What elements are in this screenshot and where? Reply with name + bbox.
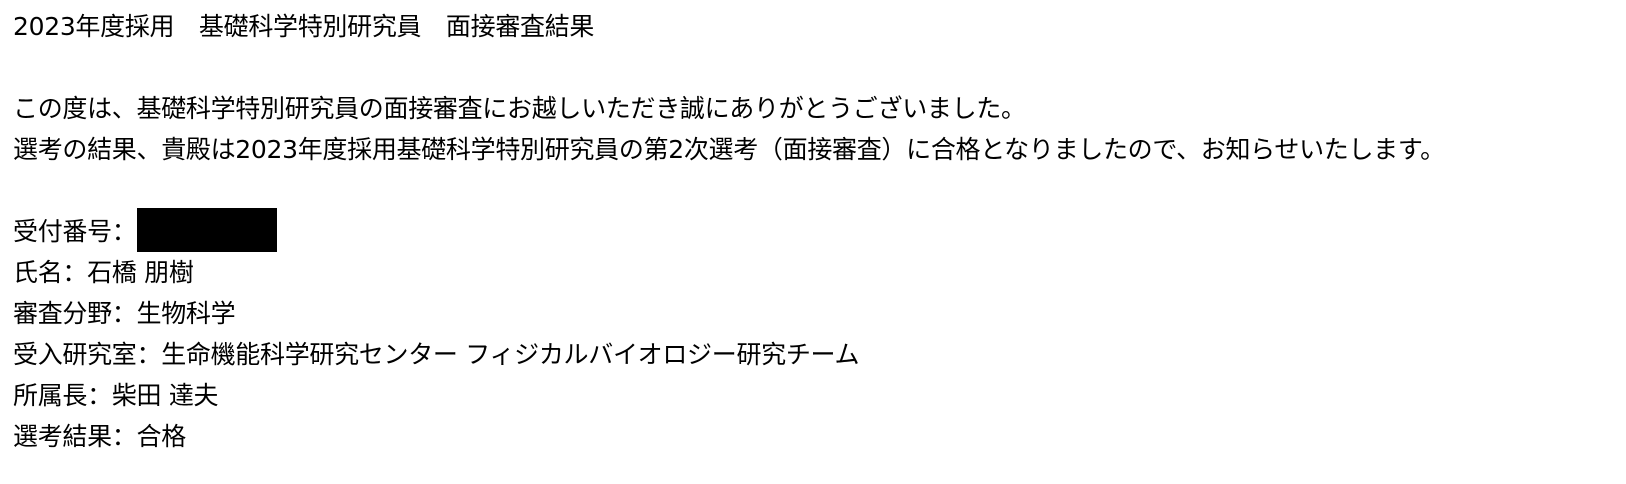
name-row: 氏名：石橋 朋樹 bbox=[13, 252, 1626, 293]
lab-label: 受入研究室： bbox=[13, 340, 162, 369]
field-label: 審査分野： bbox=[13, 299, 137, 328]
supervisor-row: 所属長：柴田 達夫 bbox=[13, 375, 1626, 416]
receipt-number-label: 受付番号： bbox=[13, 217, 137, 246]
name-value: 石橋 朋樹 bbox=[87, 258, 194, 287]
paragraph-line-1: この度は、基礎科学特別研究員の面接審査にお越しいただき誠にありがとうございました… bbox=[13, 94, 1026, 123]
lab-row: 受入研究室：生命機能科学研究センター フィジカルバイオロジー研究チーム bbox=[13, 334, 1626, 375]
supervisor-value: 柴田 達夫 bbox=[111, 381, 219, 410]
receipt-number-row: 受付番号： bbox=[13, 208, 1626, 252]
lab-value: 生命機能科学研究センター フィジカルバイオロジー研究チーム bbox=[161, 340, 860, 369]
name-label: 氏名： bbox=[13, 258, 88, 287]
result-value: 合格 bbox=[136, 422, 187, 451]
supervisor-label: 所属長： bbox=[13, 381, 112, 410]
field-row: 審査分野：生物科学 bbox=[13, 293, 1626, 334]
redaction-box bbox=[136, 208, 277, 252]
field-value: 生物科学 bbox=[136, 299, 236, 328]
result-label: 選考結果： bbox=[13, 422, 137, 451]
document-page: 2023年度採用 基礎科学特別研究員 面接審査結果 この度は、基礎科学特別研究員… bbox=[0, 0, 1626, 484]
paragraph-line-2: 選考の結果、貴殿は2023年度採用基礎科学特別研究員の第2次選考（面接審査）に合… bbox=[13, 135, 1445, 164]
result-row: 選考結果：合格 bbox=[13, 416, 1626, 457]
document-title: 2023年度採用 基礎科学特別研究員 面接審査結果 bbox=[13, 12, 595, 41]
